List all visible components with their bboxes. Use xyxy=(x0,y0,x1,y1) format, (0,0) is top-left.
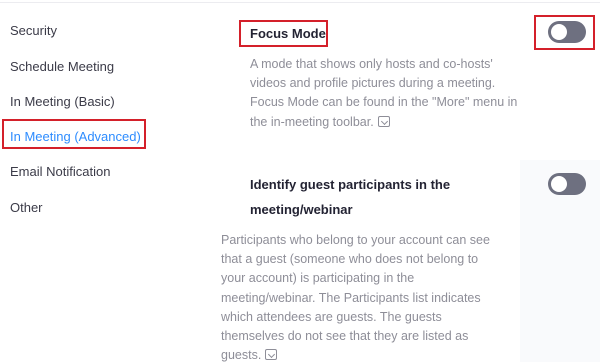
guest-participants-title-line1: Identify guest participants in the xyxy=(250,177,451,192)
guest-participants-title-line2: meeting/webinar xyxy=(250,202,353,217)
settings-content: Focus Mode A mode that shows only hosts … xyxy=(221,0,600,362)
focus-mode-toggle[interactable] xyxy=(548,21,586,43)
guest-participants-toggle[interactable] xyxy=(548,173,586,195)
info-icon[interactable] xyxy=(377,115,390,127)
guest-participants-description-text: Participants who belong to your account … xyxy=(221,233,490,362)
settings-sidebar: Security Schedule Meeting In Meeting (Ba… xyxy=(0,0,220,362)
sidebar-item-in-meeting-basic[interactable]: In Meeting (Basic) xyxy=(10,94,115,109)
focus-mode-description: A mode that shows only hosts and co-host… xyxy=(250,55,532,132)
sidebar-item-email-notification[interactable]: Email Notification xyxy=(10,164,110,179)
info-icon[interactable] xyxy=(265,349,278,361)
guest-participants-description: Participants who belong to your account … xyxy=(221,231,503,362)
sidebar-highlight-box xyxy=(2,119,146,149)
sidebar-item-other[interactable]: Other xyxy=(10,200,43,215)
toggle-knob xyxy=(551,24,567,40)
focus-mode-title: Focus Mode xyxy=(250,26,326,41)
toggle-knob xyxy=(551,176,567,192)
sidebar-item-schedule-meeting[interactable]: Schedule Meeting xyxy=(10,59,114,74)
sidebar-item-security[interactable]: Security xyxy=(10,23,57,38)
